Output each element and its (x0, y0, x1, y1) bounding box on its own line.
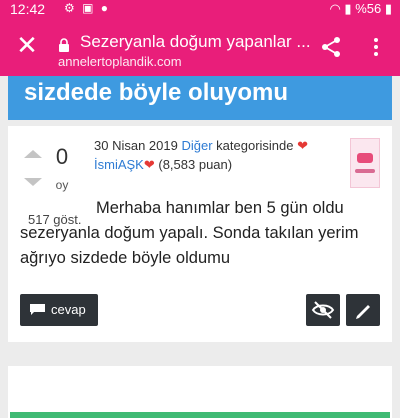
author-link[interactable]: İsmiAŞK (94, 157, 144, 172)
heart-icon: ❤ (143, 157, 155, 172)
pencil-icon (356, 305, 370, 319)
avatar[interactable] (350, 138, 380, 188)
vote-up-icon[interactable] (24, 150, 42, 158)
status-bar: 12:42 ⚙ ▣ ● ◠ ▮ %56 ▮ (0, 0, 400, 18)
close-icon[interactable]: ✕ (14, 32, 40, 58)
question-title: sizdede böyle oluyomu (24, 79, 289, 106)
vote-label: oy (55, 178, 69, 192)
page-title: Sezeryanla doğum yapanlar ... (80, 32, 311, 51)
vote-count: 0 (55, 144, 69, 169)
vote-down-icon[interactable] (24, 178, 42, 186)
answer-card (8, 366, 392, 418)
accent-bar (10, 412, 390, 418)
comment-icon (30, 304, 45, 315)
share-icon[interactable] (320, 36, 342, 58)
question-title-banner: sizdede böyle oluyomu (8, 76, 392, 120)
author-points: (8,583 puan) (158, 157, 233, 172)
status-time: 12:42 (10, 1, 46, 17)
answer-button-label: cevap (51, 302, 86, 317)
edit-button[interactable] (346, 294, 380, 326)
battery-level: %56 (355, 1, 382, 16)
browser-toolbar: ✕ Sezeryanla doğum yapanlar ... annelert… (0, 18, 400, 76)
page-url[interactable]: annelertoplandik.com (58, 54, 182, 69)
hide-button[interactable] (306, 294, 340, 326)
battery-icon: ▮ (384, 1, 392, 16)
signal-icon: ▮ (344, 1, 356, 16)
notification-icons: ⚙ ▣ ● (64, 1, 111, 15)
wifi-icon: ◠ (329, 1, 345, 16)
question-meta: 30 Nisan 2019 Diğer kategorisinde ❤ İsmi… (94, 136, 308, 174)
status-right: ◠ ▮ %56 ▮ (329, 1, 392, 17)
question-date: 30 Nisan 2019 (94, 138, 178, 153)
category-suffix: kategorisinde (216, 138, 294, 153)
lock-icon (59, 38, 69, 52)
heart-icon: ❤ (297, 138, 309, 153)
eye-slash-icon (311, 301, 335, 319)
answer-button[interactable]: cevap (20, 294, 98, 326)
question-body: Merhaba hanımlar ben 5 gün oldu sezeryan… (20, 199, 359, 267)
more-options-icon[interactable] (367, 36, 385, 58)
question-card: 0 oy 517 göst. 30 Nisan 2019 Diğer kateg… (8, 126, 392, 342)
category-link[interactable]: Diğer (181, 138, 212, 153)
